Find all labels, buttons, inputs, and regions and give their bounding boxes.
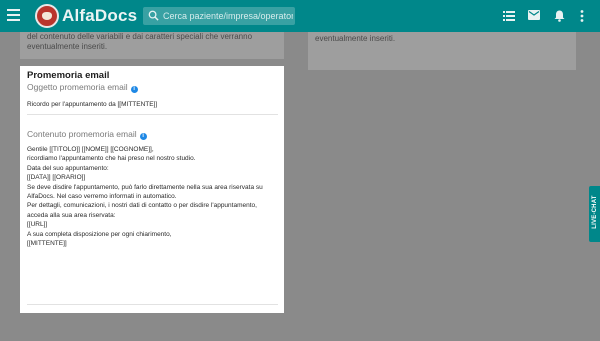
content-label-text: Contenuto promemoria email (27, 129, 137, 139)
content-textarea[interactable]: Gentile [[TITOLO]] [[NOME]] [[COGNOME]],… (27, 145, 278, 305)
info-icon[interactable]: i (139, 133, 147, 140)
background-text: del contenuto delle variabili e dai cara… (27, 32, 253, 41)
search-icon (148, 10, 159, 21)
content-line: Data del suo appuntamento: (27, 164, 109, 172)
email-reminder-dialog: Promemoria email Oggetto promemoria emai… (20, 66, 284, 313)
list-icon[interactable] (503, 10, 515, 21)
info-icon[interactable]: i (130, 86, 138, 93)
app-logo-text[interactable]: AlfaDocs (62, 6, 137, 26)
logo-icon[interactable] (35, 4, 59, 28)
content-line: acceda alla sua area riservata: (27, 211, 116, 219)
search-box[interactable] (143, 7, 295, 25)
bell-icon[interactable] (554, 10, 565, 22)
more-vertical-icon[interactable] (580, 10, 584, 22)
subject-label: Oggetto promemoria email i (27, 82, 138, 93)
background-card-left: del contenuto delle variabili e dai cara… (20, 32, 284, 59)
hamburger-menu-icon[interactable] (7, 9, 20, 23)
subject-label-text: Oggetto promemoria email (27, 82, 128, 92)
background-text: eventualmente inseriti. (27, 42, 108, 51)
live-chat-tab[interactable]: LIVE-CHAT (589, 186, 600, 242)
content-line: A sua completa disposizione per ogni chi… (27, 230, 172, 238)
live-chat-label: LIVE-CHAT (592, 195, 598, 229)
search-input[interactable] (163, 7, 293, 25)
content-line: [[MITTENTE]] (27, 240, 67, 248)
content-line: [[URL]] (27, 221, 48, 229)
background-card-right: eventualmente inseriti. (308, 32, 576, 70)
background-text: eventualmente inseriti. (315, 34, 396, 43)
content-label: Contenuto promemoria email i (27, 129, 147, 140)
content-line: ricordiamo l'appuntamento che hai preso … (27, 155, 196, 163)
subject-field[interactable]: Ricordo per l'appuntamento da [[MITTENTE… (27, 101, 278, 115)
content-line: AlfaDocs. Nel caso verremo informati in … (27, 193, 177, 201)
dialog-title: Promemoria email (27, 70, 110, 81)
top-app-bar: AlfaDocs (0, 0, 600, 32)
content-line: Per dettagli, comunicazioni, i nostri da… (27, 202, 257, 210)
content-line: [[DATA]] [[ORARIO]] (27, 174, 86, 182)
content-line: Gentile [[TITOLO]] [[NOME]] [[COGNOME]], (27, 146, 154, 153)
mail-icon[interactable] (528, 10, 540, 20)
content-line: Se deve disdire l'appuntamento, può farl… (27, 183, 263, 191)
